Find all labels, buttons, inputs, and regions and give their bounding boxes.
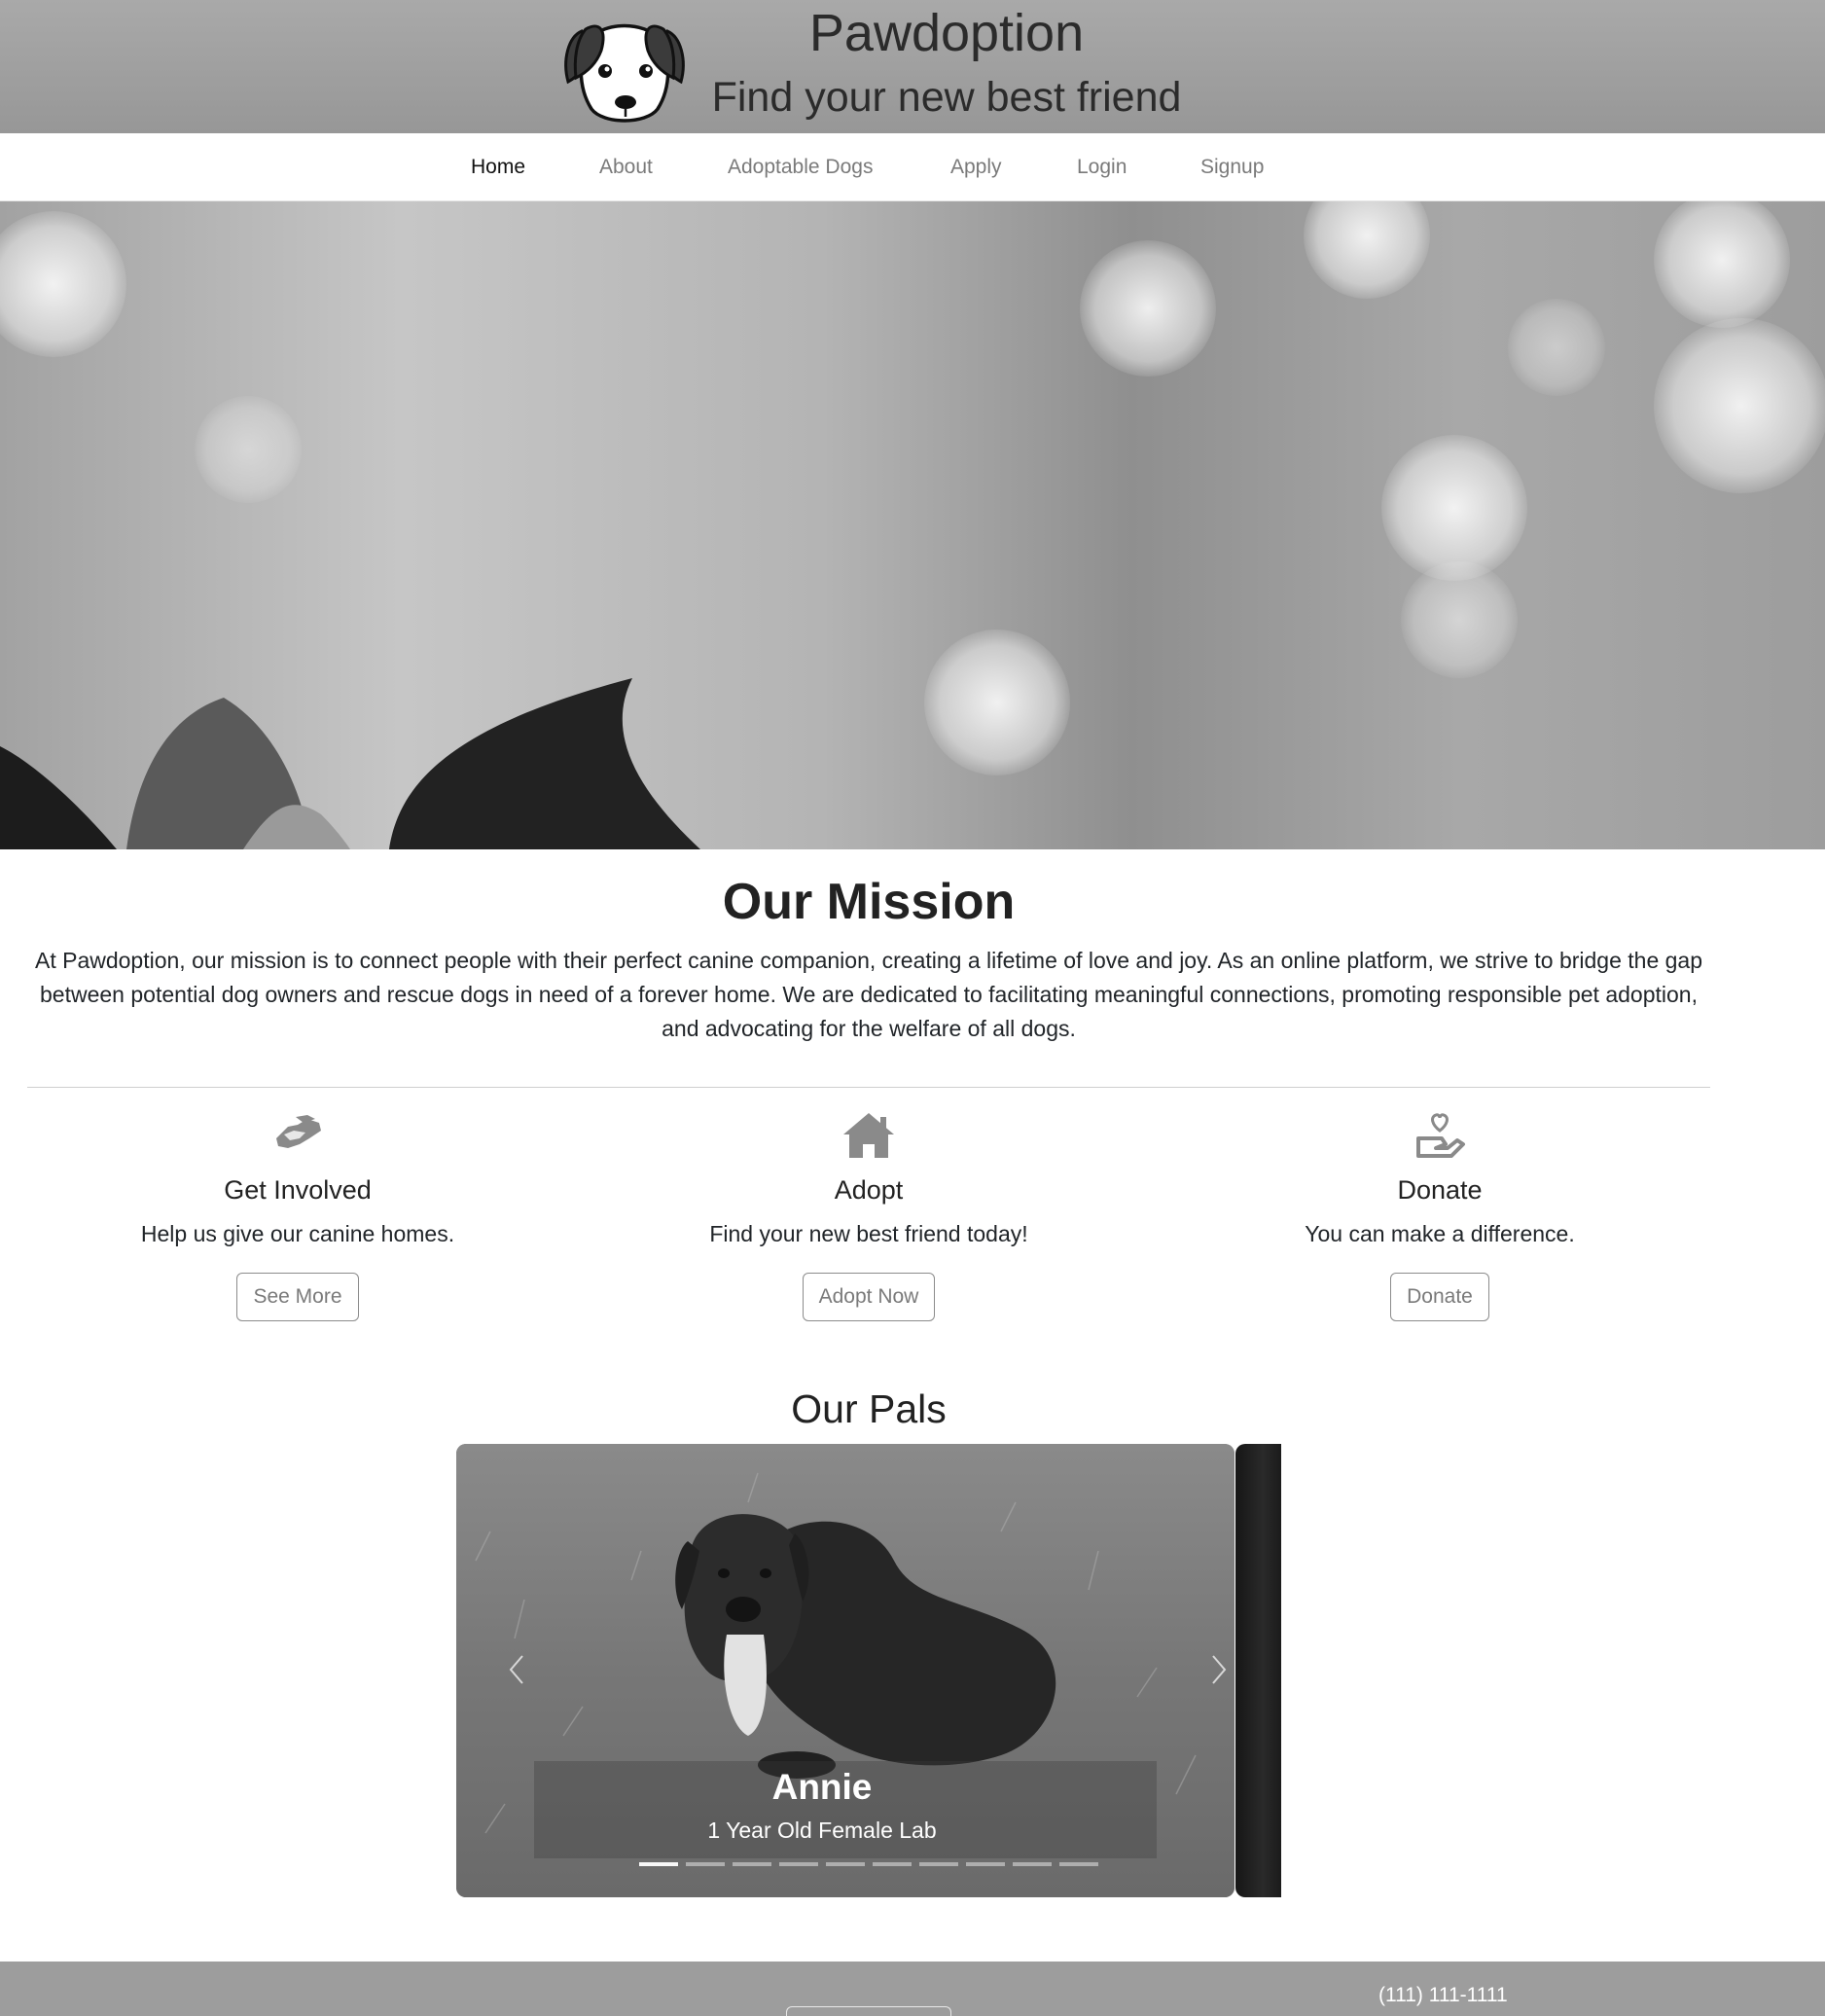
carousel-next-button[interactable] — [1205, 1650, 1235, 1689]
bokeh-light — [195, 396, 302, 503]
carousel-indicator[interactable] — [919, 1862, 958, 1866]
carousel-indicator[interactable] — [733, 1862, 771, 1866]
feature-title: Donate — [1397, 1175, 1483, 1205]
mission-text: At Pawdoption, our mission is to connect… — [34, 948, 1703, 1041]
bokeh-light — [1508, 299, 1605, 396]
bokeh-light — [1304, 201, 1430, 299]
donate-button[interactable]: Donate — [1390, 1273, 1489, 1321]
bokeh-light — [1381, 435, 1527, 581]
chevron-right-icon — [1212, 1655, 1227, 1684]
carousel-next-slide-peek — [1235, 1444, 1281, 1897]
house-icon — [843, 1113, 894, 1158]
feature-title: Adopt — [834, 1175, 904, 1205]
carousel-indicator[interactable] — [779, 1862, 818, 1866]
feature-adopt: Adopt Find your new best friend today! A… — [596, 1109, 1141, 1321]
adopt-now-button[interactable]: Adopt Now — [802, 1273, 936, 1321]
hero-image — [0, 201, 1825, 849]
nav-adoptable-dogs[interactable]: Adoptable Dogs — [728, 155, 873, 180]
carousel-indicator[interactable] — [639, 1862, 678, 1866]
nav-apply[interactable]: Apply — [950, 155, 1002, 180]
pals-carousel[interactable]: Annie 1 Year Old Female Lab — [456, 1444, 1235, 1897]
bokeh-light — [924, 630, 1070, 775]
pals-title: Our Pals — [791, 1386, 947, 1431]
carousel-indicator[interactable] — [1013, 1862, 1052, 1866]
feature-get-involved: Get Involved Help us give our canine hom… — [25, 1109, 570, 1321]
slide-dog-description: 1 Year Old Female Lab — [707, 1818, 937, 1843]
carousel-prev-button[interactable] — [503, 1650, 532, 1689]
mission-title: Our Mission — [722, 874, 1016, 930]
carousel-indicator[interactable] — [966, 1862, 1005, 1866]
nav-about[interactable]: About — [599, 155, 653, 180]
feature-text: You can make a difference. — [1305, 1221, 1575, 1246]
bokeh-light — [1654, 201, 1790, 328]
bokeh-light — [1401, 561, 1518, 678]
bokeh-light — [0, 211, 126, 357]
feature-text: Help us give our canine homes. — [140, 1221, 455, 1246]
carousel-indicator[interactable] — [1059, 1862, 1098, 1866]
carousel-indicator[interactable] — [686, 1862, 725, 1866]
chevron-left-icon — [509, 1655, 523, 1684]
brand-title: Pawdoption — [808, 4, 1085, 62]
dog-ears-silhouette — [0, 678, 700, 849]
carousel-indicator[interactable] — [873, 1862, 912, 1866]
feature-title: Get Involved — [224, 1175, 372, 1205]
carousel-indicators — [639, 1862, 1098, 1866]
footer-phone: (111) 111-1111 — [1378, 1984, 1508, 2006]
feature-text: Find your new best friend today! — [709, 1221, 1028, 1246]
slide-dog-name: Annie — [771, 1767, 873, 1807]
footer-button[interactable] — [786, 2006, 951, 2016]
dog-face-icon[interactable] — [560, 10, 689, 126]
see-more-button[interactable]: See More — [236, 1273, 359, 1321]
nav-signup[interactable]: Signup — [1200, 155, 1264, 180]
nav-home[interactable]: Home — [471, 155, 525, 180]
bokeh-light — [1080, 240, 1216, 377]
carousel-indicator[interactable] — [826, 1862, 865, 1866]
handshake-icon — [276, 1115, 321, 1148]
brand-tagline: Find your new best friend — [711, 74, 1182, 121]
nav-login[interactable]: Login — [1077, 155, 1127, 180]
main-nav: Home About Adoptable Dogs Apply Login Si… — [0, 133, 1825, 201]
hand-holding-heart-icon — [1416, 1113, 1465, 1158]
feature-donate: Donate You can make a difference. Donate — [1167, 1109, 1712, 1321]
site-header: Pawdoption Find your new best friend — [0, 0, 1825, 133]
section-divider — [27, 1087, 1710, 1088]
bokeh-light — [1654, 318, 1825, 493]
